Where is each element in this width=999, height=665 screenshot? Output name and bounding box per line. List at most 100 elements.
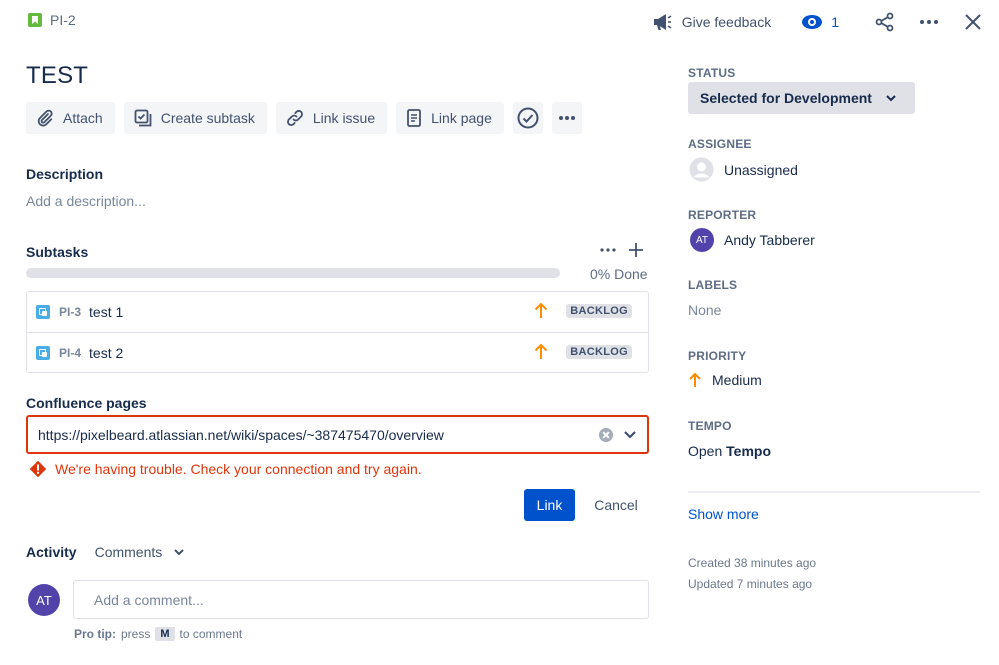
add-subtask-button[interactable] xyxy=(628,242,644,261)
reporter-value: Andy Tabberer xyxy=(724,232,815,248)
priority-label: PRIORITY xyxy=(688,349,747,363)
divider xyxy=(688,491,980,493)
link-issue-button[interactable]: Link issue xyxy=(275,102,388,134)
show-more-link[interactable]: Show more xyxy=(688,506,759,522)
keyboard-shortcut-key: M xyxy=(155,627,175,641)
story-icon xyxy=(28,13,42,27)
tempo-name: Tempo xyxy=(726,443,771,459)
subtask-row[interactable]: PI-4 test 2 BACKLOG xyxy=(27,332,648,372)
priority-field[interactable]: Medium xyxy=(688,372,762,388)
labels-value[interactable]: None xyxy=(688,302,721,318)
subtask-progress-bar xyxy=(26,268,560,278)
more-toolbar-button[interactable] xyxy=(551,102,582,134)
chevron-down-icon[interactable] xyxy=(623,430,637,440)
priority-medium-icon xyxy=(689,372,701,387)
more-actions-button[interactable] xyxy=(915,8,943,36)
assignee-field[interactable]: Unassigned xyxy=(689,157,798,182)
activity-filter-label: Comments xyxy=(94,544,163,560)
megaphone-icon xyxy=(653,14,672,30)
link-icon xyxy=(286,110,303,126)
watch-button[interactable]: 1 xyxy=(801,14,839,30)
check-circle-icon xyxy=(517,107,539,129)
protip-suffix: to comment xyxy=(179,627,243,641)
close-icon xyxy=(965,14,981,30)
issue-toolbar: Attach Create subtask Link issue Link pa… xyxy=(26,102,582,134)
link-page-button[interactable]: Link page xyxy=(396,102,504,134)
more-icon xyxy=(600,248,616,252)
create-subtask-button[interactable]: Create subtask xyxy=(123,102,267,134)
chevron-down-icon xyxy=(174,549,184,556)
description-heading: Description xyxy=(26,166,104,182)
subtask-key[interactable]: PI-3 xyxy=(59,305,81,319)
pro-tip: Pro tip: press M to comment xyxy=(74,627,242,641)
subtask-key[interactable]: PI-4 xyxy=(59,346,81,360)
confluence-url-value: https://pixelbeard.atlassian.net/wiki/sp… xyxy=(38,426,444,443)
link-button[interactable]: Link xyxy=(524,489,575,521)
watch-count: 1 xyxy=(831,14,839,30)
subtask-icon xyxy=(36,305,50,319)
close-button[interactable] xyxy=(959,8,987,36)
avatar: AT xyxy=(690,228,714,252)
more-icon xyxy=(920,20,938,24)
error-icon xyxy=(29,460,47,478)
issue-key-link[interactable]: PI-2 xyxy=(50,12,76,28)
give-feedback-button[interactable]: Give feedback xyxy=(652,13,772,31)
protip-press: press xyxy=(121,627,151,641)
priority-medium-icon xyxy=(534,302,548,318)
plus-icon xyxy=(629,243,643,257)
error-message: We're having trouble. Check your connect… xyxy=(29,460,422,478)
approve-button[interactable] xyxy=(512,102,543,134)
status-lozenge[interactable]: BACKLOG xyxy=(566,304,632,318)
subtasks-more-button[interactable] xyxy=(598,240,618,263)
subtask-summary[interactable]: test 2 xyxy=(89,345,123,361)
link-page-label: Link page xyxy=(431,110,492,126)
protip-label: Pro tip: xyxy=(74,627,116,641)
link-issue-label: Link issue xyxy=(312,110,376,126)
open-tempo-link[interactable]: Open Tempo xyxy=(688,443,771,459)
confluence-url-input[interactable]: https://pixelbeard.atlassian.net/wiki/sp… xyxy=(26,415,649,454)
share-icon xyxy=(875,12,894,32)
status-value: Selected for Development xyxy=(700,90,872,106)
status-label: STATUS xyxy=(688,66,736,80)
activity-heading: Activity xyxy=(26,544,77,560)
share-button[interactable] xyxy=(871,8,899,36)
description-field[interactable]: Add a description... xyxy=(26,193,146,209)
status-dropdown[interactable]: Selected for Development xyxy=(688,82,915,114)
create-subtask-label: Create subtask xyxy=(160,110,255,126)
reporter-field[interactable]: AT Andy Tabberer xyxy=(690,228,815,252)
created-timestamp: Created 38 minutes ago xyxy=(688,556,817,570)
subtask-row[interactable]: PI-3 test 1 BACKLOG xyxy=(27,292,648,332)
labels-label: LABELS xyxy=(688,278,738,292)
page-icon xyxy=(407,109,422,127)
avatar: AT xyxy=(28,584,60,616)
priority-value: Medium xyxy=(712,372,762,388)
updated-timestamp: Updated 7 minutes ago xyxy=(688,577,813,591)
subtask-summary[interactable]: test 1 xyxy=(89,304,123,320)
header-actions: Give feedback 1 xyxy=(652,8,987,36)
paperclip-icon xyxy=(37,109,53,127)
cancel-button[interactable]: Cancel xyxy=(583,489,649,521)
subtask-icon xyxy=(36,345,50,360)
subtasks-heading: Subtasks xyxy=(26,244,89,260)
give-feedback-label: Give feedback xyxy=(681,14,772,30)
activity-header: Activity Comments xyxy=(26,544,184,560)
status-lozenge[interactable]: BACKLOG xyxy=(566,345,632,359)
comment-input[interactable]: Add a comment... xyxy=(73,580,649,619)
priority-medium-icon xyxy=(534,343,548,359)
reporter-label: REPORTER xyxy=(688,208,757,222)
tempo-open-text: Open xyxy=(688,443,723,459)
error-text: We're having trouble. Check your connect… xyxy=(55,461,422,477)
assignee-label: ASSIGNEE xyxy=(688,137,752,151)
eye-icon xyxy=(802,15,823,29)
subtask-list: PI-3 test 1 BACKLOG PI-4 test 2 BACKLOG xyxy=(26,291,649,373)
breadcrumb: PI-2 xyxy=(28,12,76,28)
confluence-heading: Confluence pages xyxy=(26,395,147,411)
unassigned-avatar-icon xyxy=(689,157,714,182)
attach-button[interactable]: Attach xyxy=(26,102,115,134)
activity-filter-dropdown[interactable]: Comments xyxy=(95,544,185,560)
subtask-checkbox-icon xyxy=(134,109,152,127)
clear-icon[interactable] xyxy=(599,427,613,442)
issue-title[interactable]: TEST xyxy=(26,62,88,90)
subtask-progress-text: 0% Done xyxy=(590,266,648,282)
more-icon xyxy=(558,116,575,120)
